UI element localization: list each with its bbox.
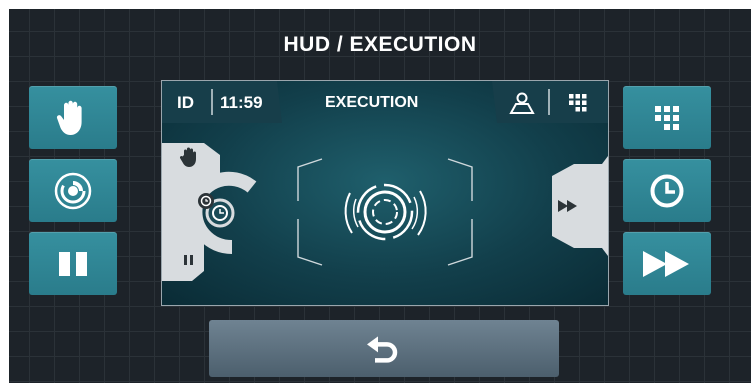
center-target-emblem	[297, 158, 473, 266]
ring-dial-icon	[54, 172, 92, 209]
clock-icon	[650, 174, 684, 207]
return-button[interactable]	[209, 320, 559, 377]
right-forward-tab[interactable]	[544, 156, 608, 256]
grid-icon	[655, 105, 679, 130]
fast-forward-icon	[643, 250, 689, 277]
panel-top-bar: ID 11:59 EXECUTION	[162, 81, 608, 125]
hand-icon	[56, 100, 82, 135]
hud-screen: HUD / EXECUTION ID 11:59 EXECUTION	[9, 9, 751, 383]
page-title: HUD / EXECUTION	[283, 33, 477, 56]
pause-icon	[59, 251, 87, 276]
clock-button[interactable]	[623, 159, 711, 222]
id-label: ID	[177, 93, 194, 112]
time-display: 11:59	[220, 93, 263, 112]
pause-button[interactable]	[29, 232, 117, 295]
operator-icon[interactable]	[508, 91, 536, 115]
left-control-widget[interactable]	[162, 143, 262, 283]
keypad-icon[interactable]	[568, 93, 588, 113]
dial-button[interactable]	[29, 159, 117, 222]
execution-panel: ID 11:59 EXECUTION	[161, 80, 609, 306]
hand-button[interactable]	[29, 86, 117, 149]
fast-forward-button[interactable]	[623, 232, 711, 295]
grid-button[interactable]	[623, 86, 711, 149]
mode-label: EXECUTION	[325, 94, 419, 111]
return-arrow-icon	[367, 335, 398, 363]
